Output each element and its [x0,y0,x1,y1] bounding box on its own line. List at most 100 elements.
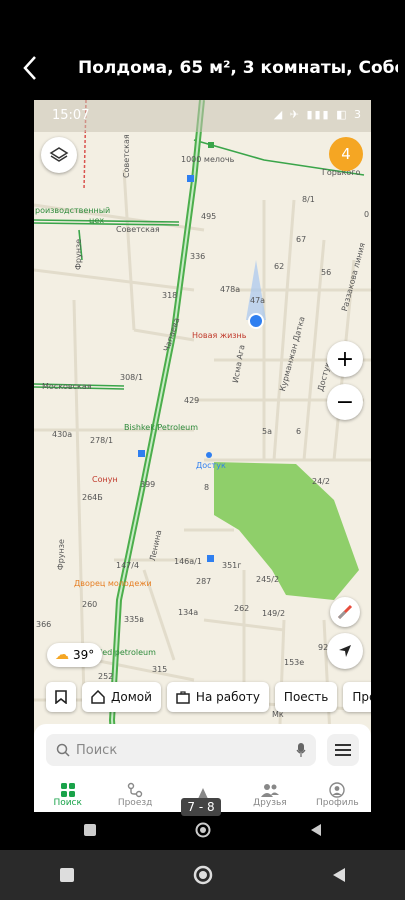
zoom-in-button[interactable]: + [327,341,363,377]
map-label: 252 [98,672,114,681]
status-bar: 15:07 ◢ ✈ ▮▮▮ ◧ 3 [34,100,371,132]
tab-search[interactable]: Поиск [34,778,101,812]
map-label: роизводственный [35,206,111,215]
back-arrow-icon[interactable] [18,54,44,82]
route-icon [127,782,143,798]
profile-icon [329,782,346,798]
home-chip[interactable]: Домой [82,682,161,712]
map-label: Фрунзе [56,538,67,571]
search-placeholder: Поиск [76,742,118,758]
work-chip[interactable]: На работу [166,682,269,712]
grid-icon [60,783,75,797]
map-label: 149/2 [262,609,286,618]
map-label: 399 [140,480,156,489]
map-label: Советская [122,134,131,178]
home-circle-icon [195,822,211,838]
recent-apps-icon[interactable] [59,867,75,883]
map-label: 47а [250,296,266,305]
weather-widget[interactable]: ☁ 39° [47,643,103,667]
map-label: 146а/1 [174,557,202,566]
recent-apps-icon [84,824,97,836]
microphone-icon[interactable] [296,742,306,758]
zoom-out-button[interactable]: − [327,384,363,420]
map-label: Достук [196,461,226,470]
tab-label: Профиль [316,798,359,808]
eat-chip[interactable]: Поесть [274,682,338,712]
search-icon [56,743,70,757]
tab-route[interactable]: Проезд [101,778,168,812]
tab-label: Друзья [253,798,287,808]
search-bar[interactable]: Поиск [46,734,316,766]
map-label: 62 [274,262,285,271]
layers-icon [49,147,69,162]
phone-screenshot: 1000 мелочь Горького роизводственный цех… [34,100,371,812]
map-label: 260 [82,600,98,609]
bookmarks-chip[interactable] [46,682,76,712]
map-label: 318 [162,291,178,300]
map-label: 56 [321,268,332,277]
screenshot-system-nav [34,812,371,848]
my-location-button[interactable] [327,633,363,669]
tab-friends[interactable]: Друзья [236,778,303,812]
navigation-arrow-icon [339,645,351,657]
map-label: Новая жизнь [192,331,247,340]
map-label: 8 [204,483,210,492]
map-label: 335в [124,615,144,624]
temperature: 39° [73,648,95,662]
notification-badge[interactable]: 4 [329,137,363,171]
map-label: Советская [116,225,160,234]
friends-icon [260,784,279,797]
map-label: 0 [364,210,370,219]
home-chip-label: Домой [111,690,152,704]
eat-chip-label: Поесть [283,690,329,704]
status-icons: ◢ ✈ ▮▮▮ ◧ 3 [273,108,363,121]
map-label: 429 [184,396,200,405]
compass-icon [337,604,353,620]
status-time: 15:07 [52,108,90,123]
map-label: Фрунзе [74,238,83,270]
map-label: 336 [190,252,206,261]
hamburger-icon [335,744,351,756]
map-label: 67 [296,235,307,244]
work-chip-label: На работу [195,690,260,704]
map-label: 308/1 [120,373,144,382]
map-label: 134а [178,608,199,617]
layers-button[interactable] [41,137,77,173]
map-label: 278/1 [90,436,114,445]
map-label: цех [89,216,105,225]
menu-button[interactable] [327,734,359,766]
map-label: 1000 мелочь [181,155,235,164]
premium-chip[interactable]: Прем [343,682,371,712]
system-nav-bar [0,850,405,900]
viewer-top-bar: Полдома, 65 м², 3 комнаты, Собст… [0,0,405,95]
map-label: Сонун [92,475,118,484]
weather-cloud-sun-icon: ☁ [55,647,69,663]
map-label: 6 [296,427,302,436]
location-dot [248,313,264,329]
home-circle-icon[interactable] [193,865,213,885]
map-label: 24/2 [312,477,330,486]
bookmark-icon [55,690,67,704]
map-label: 8/1 [302,195,315,204]
back-triangle-icon[interactable] [332,867,346,883]
map-label: 478а [220,285,241,294]
tab-label: Поиск [53,798,82,808]
map-label: 147/4 [116,561,140,570]
briefcase-icon [176,690,190,704]
map-label: 264Б [82,493,103,502]
map-label: Московская [42,382,92,391]
tab-profile[interactable]: Профиль [304,778,371,812]
premium-chip-label: Прем [352,690,371,704]
map-label: 430а [52,430,73,439]
map-label: 495 [201,212,217,221]
map-label: 245/2 [256,575,280,584]
back-triangle-icon [310,824,321,836]
map-label: 351г [222,561,242,570]
listing-title: Полдома, 65 м², 3 комнаты, Собст… [78,58,398,78]
quick-actions: Домой На работу Поесть Прем [34,682,371,714]
map-label: led petroleum [100,648,156,657]
map-label: 5а [262,427,272,436]
map-label: 315 [152,665,168,674]
map-label: 287 [196,577,212,586]
compass-button[interactable] [330,597,360,627]
